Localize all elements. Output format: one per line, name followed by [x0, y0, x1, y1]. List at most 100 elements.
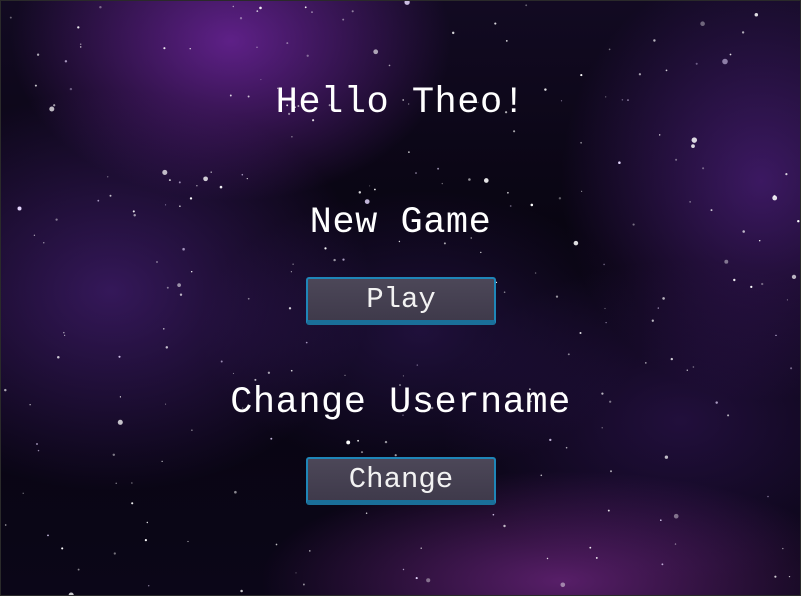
star	[99, 5, 102, 9]
star	[112, 453, 116, 457]
star	[785, 173, 788, 176]
star	[534, 272, 537, 274]
star	[441, 182, 443, 185]
star	[115, 482, 117, 484]
star	[146, 521, 148, 524]
star	[774, 575, 777, 578]
star	[644, 362, 647, 364]
star	[786, 299, 788, 301]
star	[741, 31, 745, 34]
star	[775, 334, 777, 337]
star	[451, 31, 455, 35]
star	[220, 360, 223, 363]
star	[607, 509, 610, 512]
star	[503, 524, 506, 528]
star	[260, 79, 262, 81]
star	[580, 74, 583, 77]
star	[369, 185, 371, 187]
star	[468, 178, 471, 181]
star	[163, 47, 166, 50]
star	[505, 40, 508, 42]
star	[604, 307, 606, 310]
star	[692, 366, 695, 368]
star	[525, 4, 528, 7]
new-game-heading: New Game	[309, 202, 492, 244]
star	[384, 440, 388, 444]
star	[608, 48, 611, 51]
star	[722, 58, 728, 65]
star	[351, 10, 354, 13]
star	[306, 54, 309, 57]
star	[9, 16, 12, 19]
star	[178, 181, 181, 184]
star	[664, 455, 669, 459]
star	[579, 331, 582, 335]
star	[691, 137, 698, 143]
star	[187, 540, 189, 543]
star	[546, 557, 549, 560]
star	[601, 427, 603, 429]
star	[182, 247, 185, 251]
star	[724, 259, 729, 264]
star	[191, 429, 193, 431]
star	[653, 39, 656, 42]
star	[189, 48, 191, 50]
star	[239, 17, 243, 20]
star	[567, 353, 570, 356]
star	[660, 519, 662, 521]
star	[342, 258, 345, 261]
star	[232, 5, 235, 8]
star	[232, 372, 235, 375]
star	[686, 369, 689, 371]
star	[144, 539, 147, 542]
star	[311, 11, 313, 13]
star	[36, 443, 38, 445]
star	[156, 261, 158, 263]
star	[673, 513, 679, 519]
star	[754, 12, 759, 17]
star	[750, 285, 753, 289]
star	[580, 141, 582, 144]
play-button[interactable]: Play	[306, 277, 496, 325]
star	[147, 584, 150, 587]
star	[733, 278, 736, 282]
star	[657, 307, 659, 309]
game-menu-screen: Hello Theo! New Game Play Change Usernam…	[0, 0, 801, 596]
star	[346, 440, 351, 445]
star	[61, 547, 64, 550]
star	[246, 177, 248, 180]
star	[189, 197, 193, 200]
star	[661, 563, 664, 566]
star	[286, 42, 289, 45]
star	[426, 578, 431, 583]
star	[360, 451, 364, 454]
star	[177, 283, 181, 287]
star	[302, 583, 305, 586]
star	[402, 568, 405, 571]
star	[420, 547, 422, 549]
star	[540, 474, 543, 477]
star	[373, 49, 379, 55]
star	[305, 341, 308, 344]
star	[357, 439, 359, 442]
star	[790, 367, 793, 370]
star	[168, 179, 171, 182]
star	[480, 251, 482, 254]
star	[4, 524, 7, 526]
star	[131, 482, 133, 484]
star	[57, 356, 60, 359]
star	[63, 331, 65, 334]
star	[270, 437, 273, 440]
star	[163, 328, 165, 330]
star	[290, 271, 292, 273]
star	[324, 247, 327, 250]
star	[415, 577, 418, 580]
star	[513, 130, 516, 133]
star	[603, 263, 605, 266]
change-username-button[interactable]: Change	[306, 457, 496, 505]
star	[605, 321, 607, 324]
star	[495, 281, 498, 284]
star	[662, 297, 665, 300]
star	[437, 167, 440, 170]
star	[219, 185, 223, 189]
